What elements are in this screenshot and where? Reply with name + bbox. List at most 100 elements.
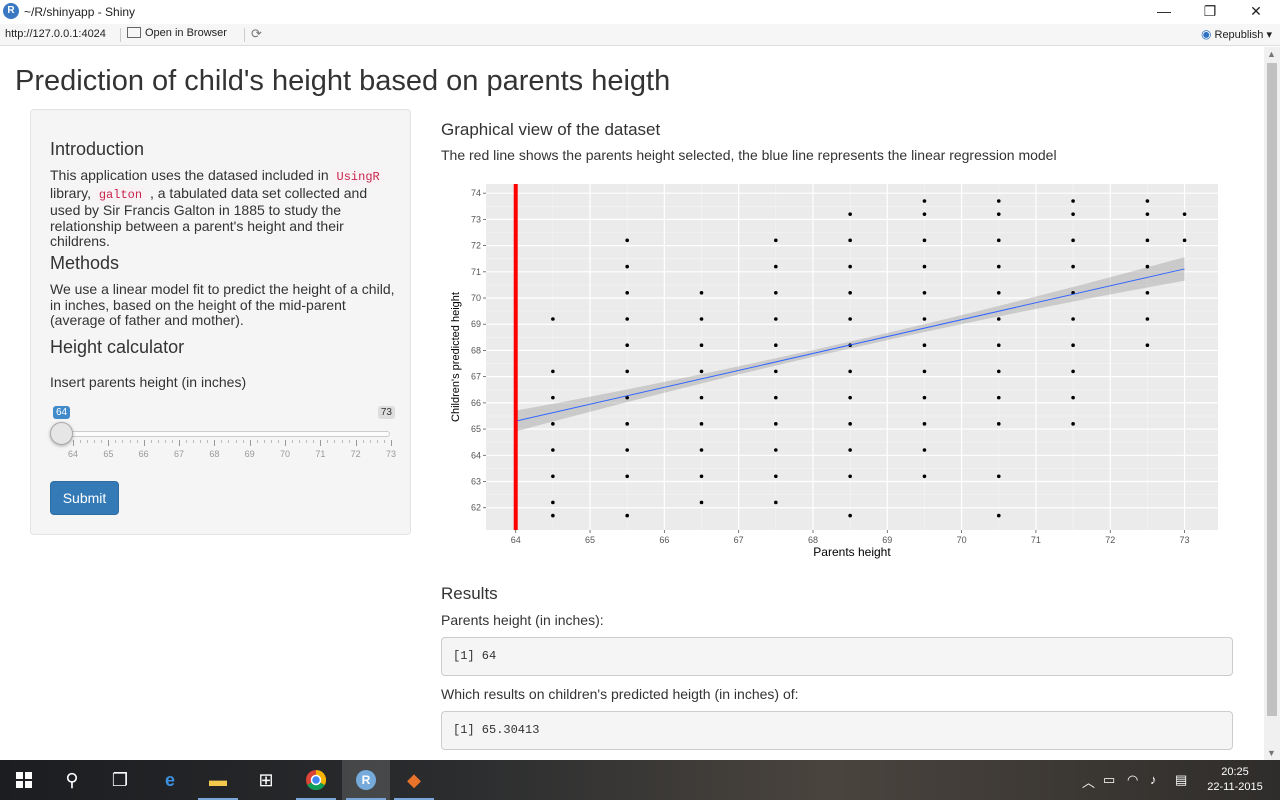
data-point xyxy=(625,422,629,426)
page-scrollbar[interactable]: ▲ ▼ xyxy=(1264,47,1280,760)
data-point xyxy=(1145,199,1150,203)
open-in-browser-button[interactable]: Open in Browser xyxy=(127,27,227,39)
store-icon[interactable]: ⊞ xyxy=(242,760,290,800)
slider-tick xyxy=(263,440,265,443)
data-point xyxy=(996,343,1001,348)
y-tick-label: 72 xyxy=(471,241,481,251)
data-point xyxy=(625,369,629,374)
url-text[interactable]: http://127.0.0.1:4024 xyxy=(5,28,106,40)
slider-tick xyxy=(207,440,209,443)
slider-tick xyxy=(143,440,145,446)
start-button[interactable] xyxy=(0,760,48,800)
slider-tick xyxy=(391,440,392,446)
chrome-icon[interactable] xyxy=(292,760,340,800)
edge-browser-icon[interactable]: e xyxy=(146,760,194,800)
slider-tick-label: 64 xyxy=(67,449,78,459)
data-point xyxy=(699,343,704,348)
republish-button[interactable]: ◉ Republish ▾ xyxy=(1201,27,1272,41)
git-icon[interactable]: ◆ xyxy=(390,760,438,800)
data-point xyxy=(922,448,927,452)
data-point xyxy=(774,474,778,479)
data-point xyxy=(551,317,555,321)
data-point xyxy=(625,264,629,269)
windows-taskbar: ⚲ ❐ e ▬ ⊞ R ◆ ︿ ▭ ◠ ♪ ▤ 20:25 22-11-2015 xyxy=(0,760,1280,800)
slider-tick xyxy=(320,440,322,446)
data-point xyxy=(1182,238,1187,243)
page-title: Prediction of child's height based on pa… xyxy=(15,65,671,97)
slider-tick xyxy=(306,440,308,443)
x-axis-title: Parents height xyxy=(813,545,891,559)
data-point xyxy=(996,317,1001,321)
maximize-button[interactable]: ❐ xyxy=(1187,0,1233,24)
y-tick-label: 66 xyxy=(471,398,481,408)
slider-tick xyxy=(348,440,350,443)
data-point xyxy=(996,212,1001,216)
data-point xyxy=(848,369,852,374)
data-point xyxy=(625,238,629,243)
scroll-up-icon[interactable]: ▲ xyxy=(1267,49,1276,59)
usingr-code: UsingR xyxy=(332,169,384,185)
slider-tick xyxy=(292,440,294,443)
slider-tick-label: 65 xyxy=(103,449,114,459)
chrome-logo-icon xyxy=(306,769,327,791)
rstudio-icon[interactable]: R xyxy=(342,760,390,800)
file-explorer-icon[interactable]: ▬ xyxy=(194,760,242,800)
slider-tick xyxy=(157,440,159,443)
wifi-icon[interactable]: ◠ xyxy=(1127,772,1138,788)
data-point xyxy=(848,212,852,216)
slider-tick xyxy=(214,440,216,446)
slider-tick xyxy=(200,440,202,443)
y-tick-label: 73 xyxy=(471,214,481,224)
task-view-icon[interactable]: ❐ xyxy=(96,760,144,800)
data-point xyxy=(625,343,629,348)
intro-text-part: library, xyxy=(50,184,91,201)
x-tick-label: 69 xyxy=(882,535,892,545)
battery-icon[interactable]: ▭ xyxy=(1103,772,1115,788)
publish-icon: ◉ xyxy=(1201,27,1212,41)
data-point xyxy=(922,343,927,348)
windows-logo-icon xyxy=(16,772,32,788)
slider-tick xyxy=(383,440,385,443)
submit-button[interactable]: Submit xyxy=(50,481,119,515)
graph-description: The red line shows the parents height se… xyxy=(441,147,1057,163)
data-point xyxy=(848,474,852,479)
slider-tick xyxy=(249,440,251,446)
data-point xyxy=(699,500,704,505)
system-clock[interactable]: 20:25 22-11-2015 xyxy=(1203,765,1267,795)
rstudio-shiny-window: R ~/R/shinyapp - Shiny — ❐ ✕ http://127.… xyxy=(0,0,1280,800)
x-tick-label: 64 xyxy=(511,535,521,545)
x-tick-label: 67 xyxy=(734,535,744,545)
data-point xyxy=(848,395,852,400)
data-point xyxy=(996,422,1001,426)
children-height-output: [1] 65.30413 xyxy=(441,711,1233,750)
sidebar-panel: Introduction This application uses the d… xyxy=(30,109,411,535)
parents-height-label: Parents height (in inches): xyxy=(441,612,604,628)
data-point xyxy=(848,513,852,518)
data-point xyxy=(922,317,927,321)
data-point xyxy=(1145,238,1150,243)
volume-icon[interactable]: ♪ xyxy=(1150,772,1157,787)
show-hidden-icons-icon[interactable]: ︿ xyxy=(1082,772,1095,791)
y-tick-label: 68 xyxy=(471,345,481,355)
search-icon[interactable]: ⚲ xyxy=(48,760,96,800)
slider-handle[interactable] xyxy=(50,422,73,445)
data-point xyxy=(699,395,704,400)
minimize-button[interactable]: — xyxy=(1141,0,1187,24)
scrollbar-thumb[interactable] xyxy=(1267,63,1277,716)
action-center-icon[interactable]: ▤ xyxy=(1175,772,1187,788)
slider-track[interactable] xyxy=(61,431,390,437)
data-point xyxy=(774,395,778,400)
data-point xyxy=(774,448,778,452)
data-point xyxy=(996,474,1001,479)
data-point xyxy=(774,343,778,348)
slider-tick xyxy=(270,440,272,443)
data-point xyxy=(848,264,852,269)
data-point xyxy=(551,422,555,426)
height-slider[interactable]: 64 73 64 65 66 67 68 69 70 71 72 73 xyxy=(50,406,396,466)
refresh-icon[interactable]: ⟳ xyxy=(251,26,262,42)
intro-text: This application uses the datased includ… xyxy=(50,167,395,250)
slider-tick xyxy=(299,440,301,443)
close-button[interactable]: ✕ xyxy=(1233,0,1279,24)
scroll-down-icon[interactable]: ▼ xyxy=(1267,748,1276,758)
x-tick-label: 72 xyxy=(1105,535,1115,545)
